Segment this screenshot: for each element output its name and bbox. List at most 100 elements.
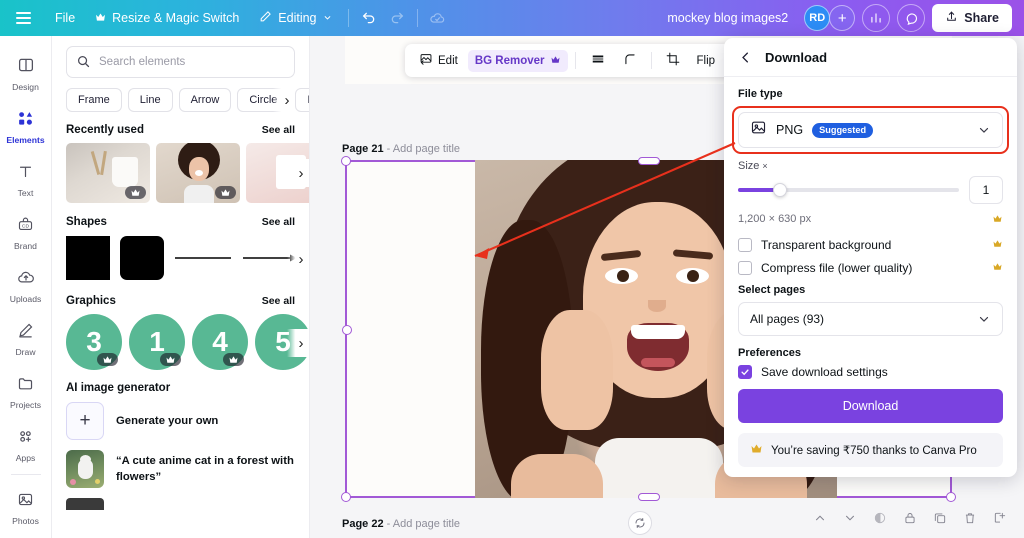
lock-icon[interactable] bbox=[898, 506, 922, 530]
document-title[interactable]: mockey blog images2 bbox=[658, 6, 797, 30]
sidebar-item-uploads[interactable]: Uploads bbox=[2, 256, 50, 309]
chip-logo[interactable]: Logo bbox=[295, 88, 309, 112]
shape-square[interactable] bbox=[66, 236, 110, 280]
transparent-background-row[interactable]: Transparent background bbox=[738, 238, 1003, 252]
selection-handle-tl[interactable] bbox=[341, 156, 351, 166]
sidebar-item-design[interactable]: Design bbox=[2, 44, 50, 97]
redo-icon[interactable] bbox=[383, 4, 411, 32]
ai-prompt-item-2[interactable] bbox=[66, 498, 295, 510]
selection-handle-left[interactable] bbox=[342, 325, 352, 335]
crown-icon bbox=[992, 262, 1003, 274]
graphic-number-3[interactable]: 4 bbox=[192, 314, 248, 370]
shapes-strip: › bbox=[66, 235, 309, 283]
ai-prompt-item[interactable]: “A cute anime cat in a forest with flowe… bbox=[66, 450, 295, 488]
save-download-settings-checkbox[interactable] bbox=[738, 365, 752, 379]
avatar[interactable]: RD bbox=[804, 5, 831, 31]
sidebar-label-text: Text bbox=[17, 188, 34, 198]
selection-handle-bottom[interactable] bbox=[637, 493, 660, 501]
compress-file-checkbox[interactable] bbox=[738, 261, 752, 275]
recently-used-next-icon[interactable]: › bbox=[287, 159, 309, 187]
corner-radius-button[interactable] bbox=[616, 47, 644, 74]
select-pages-value: All pages (93) bbox=[750, 312, 825, 326]
projects-icon bbox=[11, 368, 41, 398]
add-collaborator-button[interactable]: + bbox=[829, 5, 856, 31]
crop-icon bbox=[666, 52, 680, 69]
hamburger-icon[interactable] bbox=[12, 8, 35, 27]
resize-magic-switch-button[interactable]: Resize & Magic Switch bbox=[85, 6, 249, 30]
chips-next-icon[interactable]: › bbox=[273, 86, 295, 114]
size-value-input[interactable]: 1 bbox=[969, 176, 1003, 204]
editing-mode-button[interactable]: Editing bbox=[249, 5, 341, 31]
graphic-number-1[interactable]: 3 bbox=[66, 314, 122, 370]
sidebar-item-projects[interactable]: Projects bbox=[2, 362, 50, 415]
page-21-label[interactable]: Page 21 - Add page title bbox=[342, 143, 460, 155]
file-menu-button[interactable]: File bbox=[45, 6, 85, 30]
chevron-down-icon bbox=[977, 312, 991, 326]
flip-button[interactable]: Flip bbox=[690, 50, 723, 72]
graphic-number-2[interactable]: 1 bbox=[129, 314, 185, 370]
graphics-next-icon[interactable]: › bbox=[287, 329, 309, 357]
recent-thumb-2[interactable] bbox=[156, 143, 240, 203]
download-panel-body: File type PNG Suggested Size × 1 1,200 ×… bbox=[724, 77, 1017, 467]
undo-icon[interactable] bbox=[355, 4, 383, 32]
bg-remover-button[interactable]: BG Remover bbox=[467, 49, 568, 72]
select-pages-dropdown[interactable]: All pages (93) bbox=[738, 302, 1003, 336]
align-button[interactable] bbox=[583, 47, 613, 74]
compress-file-row[interactable]: Compress file (lower quality) bbox=[738, 261, 1003, 275]
transparent-background-checkbox[interactable] bbox=[738, 238, 752, 252]
sync-icon[interactable] bbox=[628, 511, 652, 535]
search-input[interactable] bbox=[66, 46, 295, 78]
ai-generate-your-own[interactable]: + Generate your own bbox=[66, 402, 295, 440]
text-icon bbox=[11, 156, 41, 186]
selection-handle-top[interactable] bbox=[637, 157, 660, 165]
sidebar-item-apps[interactable]: Apps bbox=[2, 415, 50, 468]
chip-arrow[interactable]: Arrow bbox=[178, 88, 232, 112]
sidebar-item-elements[interactable]: Elements bbox=[2, 97, 50, 150]
download-button[interactable]: Download bbox=[738, 389, 1003, 423]
see-all-recently-used[interactable]: See all bbox=[262, 124, 295, 136]
cloud-saved-icon[interactable] bbox=[424, 4, 452, 32]
file-type-select[interactable]: PNG Suggested bbox=[738, 112, 1003, 148]
duplicate-icon[interactable] bbox=[928, 506, 952, 530]
move-down-icon[interactable] bbox=[838, 506, 862, 530]
share-button[interactable]: Share bbox=[932, 4, 1012, 32]
search-wrapper bbox=[66, 46, 295, 78]
chip-line[interactable]: Line bbox=[127, 88, 173, 112]
resize-label: Resize & Magic Switch bbox=[112, 11, 240, 25]
edit-image-button[interactable]: Edit bbox=[412, 47, 465, 74]
move-up-icon[interactable] bbox=[808, 506, 832, 530]
expand-icon[interactable] bbox=[988, 506, 1012, 530]
section-header-shapes: Shapes See all bbox=[66, 216, 295, 228]
shape-line[interactable] bbox=[174, 236, 232, 280]
shapes-next-icon[interactable]: › bbox=[287, 245, 309, 273]
section-title-recently-used: Recently used bbox=[66, 124, 144, 136]
section-title-shapes: Shapes bbox=[66, 216, 107, 228]
selection-handle-bl[interactable] bbox=[341, 492, 351, 502]
size-slider-knob[interactable] bbox=[772, 183, 787, 197]
sidebar-item-photos[interactable]: Photos bbox=[2, 478, 50, 531]
sidebar-label-draw: Draw bbox=[15, 347, 36, 357]
shape-rounded-square[interactable] bbox=[120, 236, 164, 280]
toolbar-divider-2 bbox=[416, 9, 418, 27]
back-chevron-icon[interactable] bbox=[738, 50, 753, 65]
page-22-label[interactable]: Page 22 - Add page title bbox=[342, 518, 460, 530]
crop-button[interactable] bbox=[659, 47, 687, 74]
left-sidebar-rail: Design Elements Text CD Brand Uploads Dr… bbox=[0, 36, 52, 538]
see-all-shapes[interactable]: See all bbox=[262, 216, 295, 228]
chip-frame[interactable]: Frame bbox=[66, 88, 122, 112]
delete-icon[interactable] bbox=[958, 506, 982, 530]
save-download-settings-row[interactable]: Save download settings bbox=[738, 365, 1003, 379]
sidebar-item-brand[interactable]: CD Brand bbox=[2, 203, 50, 256]
size-slider[interactable] bbox=[738, 183, 959, 197]
bar-chart-icon[interactable] bbox=[862, 4, 891, 32]
transparency-icon[interactable] bbox=[868, 506, 892, 530]
sidebar-item-text[interactable]: Text bbox=[2, 150, 50, 203]
comment-icon[interactable] bbox=[897, 4, 926, 32]
section-title-graphics: Graphics bbox=[66, 295, 116, 307]
ai-generate-label: Generate your own bbox=[116, 414, 219, 427]
see-all-graphics[interactable]: See all bbox=[262, 295, 295, 307]
chevron-down-icon bbox=[323, 11, 332, 25]
selection-handle-br[interactable] bbox=[946, 492, 956, 502]
recent-thumb-1[interactable] bbox=[66, 143, 150, 203]
sidebar-item-draw[interactable]: Draw bbox=[2, 309, 50, 362]
